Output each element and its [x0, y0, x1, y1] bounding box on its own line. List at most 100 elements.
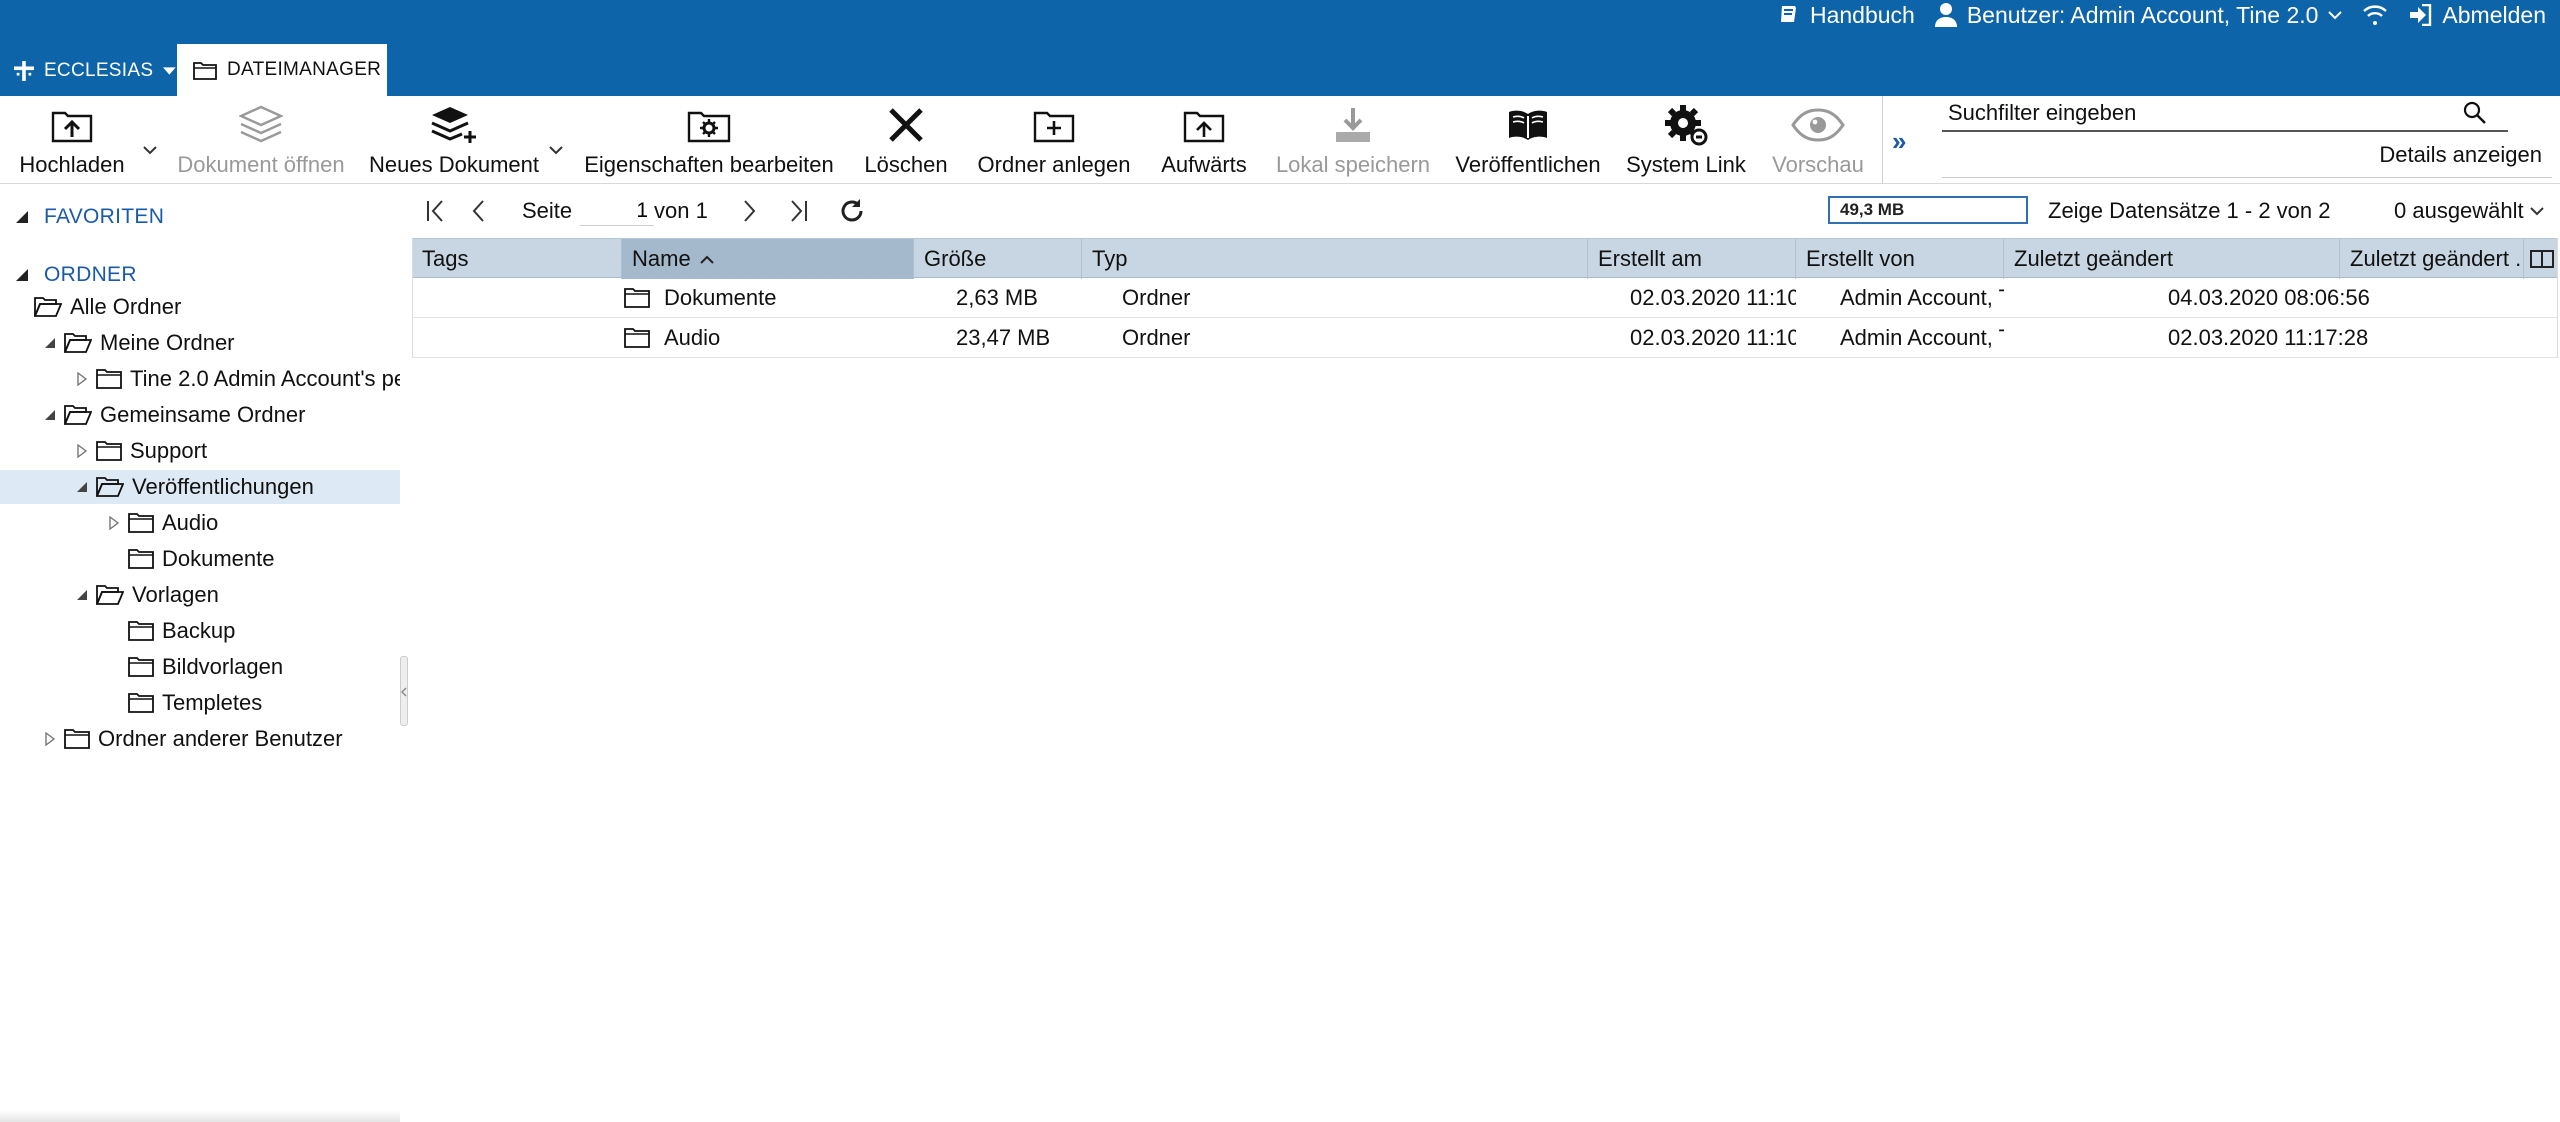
tree-item-label: Gemeinsame Ordner [100, 402, 306, 427]
expanded-triangle-icon[interactable] [72, 585, 92, 605]
tree-item-documents[interactable]: Dokumente [0, 542, 400, 576]
open-book-icon [1509, 110, 1547, 140]
column-type[interactable]: Typ [1082, 239, 1588, 279]
expanded-triangle-icon[interactable] [40, 333, 60, 353]
first-page-icon [427, 200, 443, 222]
user-menu[interactable]: Benutzer: Admin Account, Tine 2.0 [1934, 1, 2343, 29]
delete-button[interactable]: Löschen [858, 96, 954, 184]
panel-splitter[interactable] [400, 656, 408, 726]
handbook-label: Handbuch [1809, 1, 1915, 28]
tree-item-audio[interactable]: Audio [0, 506, 400, 540]
user-label: Benutzer: Admin Account, Tine 2.0 [1966, 1, 2319, 28]
first-page-button[interactable] [424, 186, 452, 236]
upload-folder-icon [51, 111, 93, 143]
publish-button[interactable]: Veröffentlichen [1454, 96, 1602, 184]
column-name[interactable]: Name [622, 239, 914, 279]
column-modified-by[interactable]: Zuletzt geändert ... [2340, 239, 2524, 279]
expanded-triangle-icon[interactable] [40, 405, 60, 425]
system-link-label: System Link [1626, 152, 1746, 177]
quota-indicator: 49,3 MB [1828, 196, 2028, 224]
details-link[interactable]: Details anzeigen [2379, 142, 2542, 168]
collapsed-triangle-icon[interactable] [104, 513, 124, 533]
tree-item-templates[interactable]: Vorlagen [0, 578, 400, 612]
toolbar-separator [1882, 96, 1883, 184]
upload-dropdown-icon[interactable] [140, 140, 160, 160]
collapsed-triangle-icon[interactable] [72, 441, 92, 461]
tab-file-manager[interactable]: DATEIMANAGER [177, 44, 387, 96]
tree-item-all-folders[interactable]: Alle Ordner [0, 290, 400, 324]
tree-item-my-folders[interactable]: Meine Ordner [0, 326, 400, 360]
tree-item-backup[interactable]: Backup [0, 614, 400, 648]
collapsed-triangle-icon[interactable] [40, 729, 60, 749]
page-number-input[interactable] [580, 196, 654, 226]
edit-properties-button[interactable]: Eigenschaften bearbeiten [582, 96, 836, 184]
chevron-down-icon [2328, 11, 2343, 20]
column-picker[interactable] [2524, 239, 2558, 279]
logout-link[interactable]: Abmelden [2408, 2, 2546, 29]
connection-status [2362, 5, 2388, 25]
expanded-triangle-icon[interactable] [12, 207, 32, 227]
row-created-on: 02.03.2020 11:10... [1630, 285, 1796, 310]
tree-item-label: Bildvorlagen [162, 654, 284, 679]
expanded-triangle-icon[interactable] [12, 265, 32, 285]
row-name: Audio [664, 325, 721, 350]
column-created-by[interactable]: Erstellt von [1796, 239, 2004, 279]
tree-item-personal-files[interactable]: Tine 2.0 Admin Account's personal files [0, 362, 400, 396]
column-name-label: Name [632, 246, 691, 271]
system-link-button[interactable]: System Link [1622, 96, 1750, 184]
tree-item-shared-folders[interactable]: Gemeinsame Ordner [0, 398, 400, 432]
row-created-on: 02.03.2020 11:10... [1630, 325, 1796, 350]
table-row[interactable]: Audio 23,47 MB Ordner 02.03.2020 11:10..… [412, 318, 2558, 358]
toolbar-overflow-icon[interactable]: » [1892, 126, 1906, 157]
tree-item-label: Support [130, 438, 208, 463]
up-button[interactable]: Aufwärts [1158, 96, 1250, 184]
row-modified-on: 04.03.2020 08:06:56 [2168, 285, 2370, 310]
refresh-button[interactable] [838, 186, 866, 236]
close-icon [889, 108, 923, 142]
new-document-button[interactable]: Neues Dokument [368, 96, 540, 184]
upload-button[interactable]: Hochladen [14, 96, 130, 184]
handbook-link[interactable]: Handbuch [1778, 2, 1915, 29]
selection-dropdown[interactable]: 0 ausgewählt [2394, 186, 2544, 236]
tree-item-publications[interactable]: Veröffentlichungen [0, 470, 400, 504]
expanded-triangle-icon[interactable] [72, 477, 92, 497]
save-local-button[interactable]: Lokal speichern [1274, 96, 1432, 184]
previous-page-button[interactable] [468, 186, 490, 236]
sort-ascending-icon [699, 255, 714, 264]
new-document-label: Neues Dokument [369, 152, 539, 177]
tree-item-label: Audio [162, 510, 219, 535]
create-folder-button[interactable]: Ordner anlegen [976, 96, 1132, 184]
favorites-label: FAVORITEN [44, 205, 165, 228]
divider [1942, 177, 2552, 178]
preview-button[interactable]: Vorschau [1768, 96, 1868, 184]
search-input[interactable] [1942, 100, 2462, 126]
next-page-button[interactable] [738, 186, 760, 236]
page-label: Seite [522, 198, 573, 223]
folder-icon [128, 621, 154, 641]
chevron-down-icon [2529, 207, 2544, 216]
column-modified-on[interactable]: Zuletzt geändert [2004, 239, 2340, 279]
app-switcher[interactable]: ECCLESIAS [0, 46, 176, 96]
column-created-on[interactable]: Erstellt am [1588, 239, 1796, 279]
open-document-button[interactable]: Dokument öffnen [176, 96, 346, 184]
column-size[interactable]: Größe [914, 239, 1082, 279]
row-created-by: Admin Account, T... [1840, 325, 2004, 350]
table-row[interactable]: Dokumente 2,63 MB Ordner 02.03.2020 11:1… [412, 278, 2558, 318]
tree-section-folders[interactable]: ORDNER [0, 258, 400, 292]
records-info: Zeige Datensätze 1 - 2 von 2 [2048, 198, 2331, 223]
tree-item-support[interactable]: Support [0, 434, 400, 468]
row-type: Ordner [1122, 285, 1191, 310]
tree-item-label: Meine Ordner [100, 330, 235, 355]
upload-label: Hochladen [19, 152, 125, 177]
last-page-button[interactable] [782, 186, 810, 236]
collapsed-triangle-icon[interactable] [72, 369, 92, 389]
column-tags[interactable]: Tags [412, 239, 622, 279]
tree-item-other-users-folders[interactable]: Ordner anderer Benutzer [0, 722, 400, 756]
search-icon[interactable] [2462, 100, 2488, 126]
tree-item-templetes[interactable]: Templetes [0, 686, 400, 720]
folder-open-icon [64, 333, 92, 353]
tree-section-favorites[interactable]: FAVORITEN [0, 200, 400, 234]
tree-item-image-templates[interactable]: Bildvorlagen [0, 650, 400, 684]
new-document-dropdown-icon[interactable] [546, 140, 566, 160]
layers-icon [239, 105, 283, 143]
